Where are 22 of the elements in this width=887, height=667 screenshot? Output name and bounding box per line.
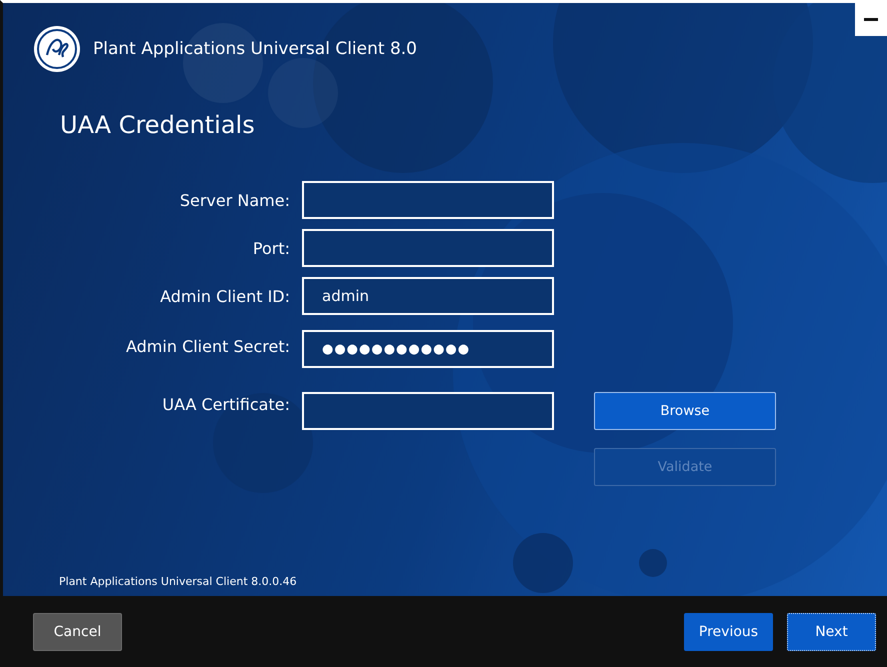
minimize-icon [864,18,878,21]
field-label: Admin Client ID: [159,286,291,306]
input-field[interactable] [302,229,554,267]
input-field[interactable]: admin [302,277,554,315]
cancel-button[interactable]: Cancel [33,612,122,650]
background-circle [639,549,667,577]
field-label: Admin Client Secret: [124,337,291,356]
field-label: Server Name: [178,190,291,210]
page-heading: UAA Credentials [60,111,256,139]
minimize-button[interactable] [855,3,887,36]
logo-icon [33,25,81,73]
input-field[interactable] [302,392,554,430]
version-text: Plant Applications Universal Client 8.0.0.46 [59,575,298,588]
browse-button[interactable]: Browse [594,392,776,430]
nav-button[interactable]: Previous [684,612,773,650]
field-label: Port: [252,238,291,258]
password-field[interactable]: ●●●●●●●●●●●● [302,330,554,368]
field-label: UAA Certificate: [161,394,291,414]
background-circle [513,533,573,593]
window-title: Plant Applications Universal Client 8.0 [93,39,417,59]
input-field[interactable] [302,181,554,219]
nav-button[interactable]: Next [787,612,876,650]
